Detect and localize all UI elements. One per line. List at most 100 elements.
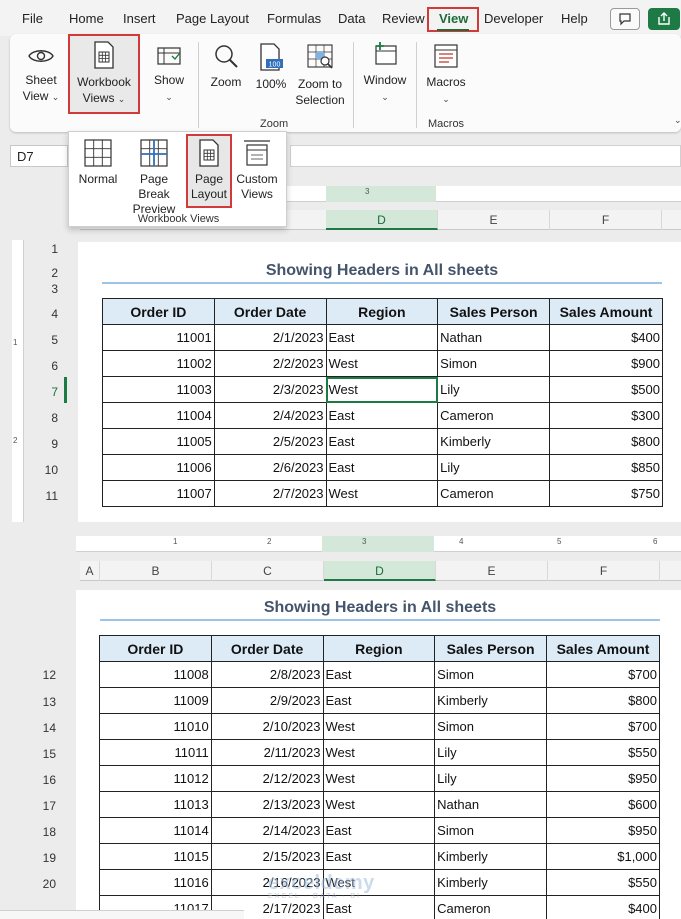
table-cell[interactable]: $500 — [549, 376, 663, 403]
row-header[interactable]: 5 — [8, 333, 64, 347]
menu-data[interactable]: Data — [338, 11, 365, 26]
table-cell[interactable]: East — [325, 454, 439, 481]
menu-formulas[interactable]: Formulas — [267, 11, 321, 26]
row-header[interactable]: 18 — [6, 825, 62, 839]
row-header[interactable]: 2 — [8, 266, 64, 280]
workbook-views-button[interactable]: Workbook Views ⌄ — [72, 40, 136, 107]
table-cell[interactable]: Simon — [434, 661, 548, 688]
column-title[interactable]: Region — [325, 298, 439, 325]
column-header-f[interactable]: F — [550, 210, 662, 230]
column-header-c[interactable]: C — [212, 561, 324, 581]
table-cell[interactable]: 11014 — [99, 817, 212, 844]
table-cell[interactable]: $550 — [546, 869, 660, 896]
table-cell[interactable]: East — [325, 324, 439, 351]
row-header[interactable]: 13 — [6, 695, 62, 709]
page-layout-option[interactable]: Page Layout — [187, 138, 231, 202]
menu-developer[interactable]: Developer — [484, 11, 543, 26]
table-cell[interactable]: Simon — [434, 817, 548, 844]
table-cell[interactable]: Nathan — [434, 791, 548, 818]
row-header[interactable]: 4 — [8, 307, 64, 321]
table-cell[interactable]: 11012 — [99, 765, 212, 792]
table-cell[interactable]: 11008 — [99, 661, 212, 688]
normal-view-option[interactable]: Normal — [75, 138, 121, 187]
table-cell[interactable]: Kimberly — [434, 843, 548, 870]
table-cell[interactable]: West — [325, 480, 439, 507]
column-header-e[interactable]: E — [436, 561, 548, 581]
table-cell[interactable]: 11016 — [99, 869, 212, 896]
table-cell[interactable]: 2/14/2023 — [210, 817, 324, 844]
table-cell[interactable]: 2/9/2023 — [210, 687, 324, 714]
table-cell[interactable]: 11003 — [102, 376, 215, 403]
table-cell[interactable]: $400 — [549, 324, 663, 351]
row-header[interactable]: 8 — [8, 411, 64, 425]
row-header[interactable]: 6 — [8, 359, 64, 373]
table-cell[interactable]: Cameron — [434, 895, 548, 919]
table-cell[interactable]: 2/15/2023 — [210, 843, 324, 870]
column-title[interactable]: Order ID — [102, 298, 215, 325]
menu-file[interactable]: File — [22, 11, 43, 26]
table-cell[interactable]: $800 — [546, 687, 660, 714]
table-cell[interactable]: 2/5/2023 — [213, 428, 327, 455]
column-title[interactable]: Sales Amount — [546, 635, 660, 662]
table-cell[interactable]: 11011 — [99, 739, 212, 766]
table-cell[interactable]: Nathan — [437, 324, 551, 351]
table-cell[interactable]: East — [322, 843, 436, 870]
table-cell[interactable]: 11005 — [102, 428, 215, 455]
table-cell[interactable]: $700 — [546, 713, 660, 740]
window-button[interactable]: Window ⌄ — [359, 40, 411, 105]
table-cell[interactable]: 2/3/2023 — [213, 376, 327, 403]
table-cell[interactable]: 2/1/2023 — [213, 324, 327, 351]
row-header[interactable]: 14 — [6, 721, 62, 735]
table-cell[interactable]: East — [325, 428, 439, 455]
column-header-a[interactable]: A — [80, 561, 100, 581]
column-title[interactable]: Order ID — [99, 635, 212, 662]
column-header-b[interactable]: B — [100, 561, 212, 581]
table-cell[interactable]: West — [325, 376, 439, 403]
table-cell[interactable]: 2/13/2023 — [210, 791, 324, 818]
horizontal-scrollbar[interactable] — [0, 910, 244, 919]
row-header[interactable]: 10 — [8, 463, 64, 477]
table-cell[interactable]: 11013 — [99, 791, 212, 818]
table-cell[interactable]: West — [322, 739, 436, 766]
column-header-d[interactable]: D — [324, 561, 436, 581]
column-title[interactable]: Sales Amount — [549, 298, 663, 325]
menu-home[interactable]: Home — [69, 11, 104, 26]
table-cell[interactable]: West — [322, 791, 436, 818]
name-box[interactable]: D7 — [10, 145, 68, 167]
row-header[interactable]: 9 — [8, 437, 64, 451]
table-cell[interactable]: Kimberly — [434, 869, 548, 896]
column-header-d[interactable]: D — [326, 210, 438, 230]
column-header-e[interactable]: E — [438, 210, 550, 230]
table-cell[interactable]: $800 — [549, 428, 663, 455]
table-cell[interactable]: 11009 — [99, 687, 212, 714]
table-cell[interactable]: West — [322, 765, 436, 792]
column-header-f[interactable]: F — [548, 561, 660, 581]
table-cell[interactable]: $300 — [549, 402, 663, 429]
table-cell[interactable]: East — [322, 817, 436, 844]
table-cell[interactable]: $900 — [549, 350, 663, 377]
share-button[interactable] — [648, 8, 680, 30]
custom-views-option[interactable]: Custom Views — [233, 138, 281, 202]
table-cell[interactable]: 2/7/2023 — [213, 480, 327, 507]
table-cell[interactable]: Lily — [434, 765, 548, 792]
table-cell[interactable]: 2/8/2023 — [210, 661, 324, 688]
row-header[interactable]: 12 — [6, 668, 62, 682]
table-cell[interactable]: East — [322, 687, 436, 714]
table-cell[interactable]: $950 — [546, 817, 660, 844]
column-title[interactable]: Sales Person — [434, 635, 548, 662]
table-cell[interactable]: 2/12/2023 — [210, 765, 324, 792]
table-cell[interactable]: West — [325, 350, 439, 377]
table-cell[interactable]: 11006 — [102, 454, 215, 481]
table-cell[interactable]: 2/11/2023 — [210, 739, 324, 766]
table-cell[interactable]: 11001 — [102, 324, 215, 351]
menu-review[interactable]: Review — [382, 11, 425, 26]
row-header[interactable]: 15 — [6, 747, 62, 761]
table-cell[interactable]: $600 — [546, 791, 660, 818]
macros-button[interactable]: Macros ⌄ — [422, 42, 470, 107]
column-title[interactable]: Region — [322, 635, 436, 662]
table-cell[interactable]: 2/4/2023 — [213, 402, 327, 429]
table-cell[interactable]: $700 — [546, 661, 660, 688]
row-header[interactable]: 16 — [6, 773, 62, 787]
row-header[interactable]: 17 — [6, 799, 62, 813]
show-button[interactable]: Show ⌄ — [148, 44, 190, 105]
